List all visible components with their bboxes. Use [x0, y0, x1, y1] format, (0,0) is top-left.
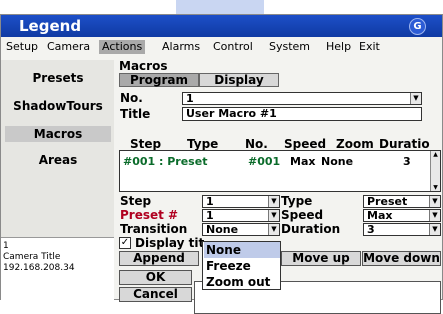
row-speed[interactable]: Max	[290, 155, 315, 168]
step-value: 1	[206, 195, 214, 208]
menu-alarms[interactable]: Alarms	[159, 40, 203, 54]
title-label: Title	[120, 107, 151, 121]
preset-select[interactable]: 1 ▼	[202, 209, 280, 222]
chevron-down-icon[interactable]: ▼	[429, 224, 440, 235]
chevron-down-icon[interactable]: ▼	[268, 224, 279, 235]
transition-option-freeze[interactable]: Freeze	[204, 258, 280, 274]
brand-logo-icon: G	[409, 18, 426, 35]
column-speed: Speed	[284, 137, 327, 151]
chevron-down-icon[interactable]: ▼	[410, 93, 421, 104]
step-select[interactable]: 1 ▼	[202, 195, 280, 208]
column-duration: Duratio	[379, 137, 430, 151]
move-up-button[interactable]: Move up	[281, 251, 361, 266]
chevron-down-icon[interactable]: ▼	[268, 210, 279, 221]
camera-ip: 192.168.208.34	[3, 263, 75, 273]
macro-steps-list[interactable]: #001 : Preset #001 Max None 3 ▲ ▼	[119, 150, 441, 192]
camera-number: 1	[3, 241, 9, 251]
menu-control[interactable]: Control	[210, 40, 256, 54]
camera-title: Camera Title	[3, 252, 61, 262]
transition-select[interactable]: None ▼	[202, 223, 280, 236]
type-select[interactable]: Preset ▼	[363, 195, 441, 208]
menu-camera[interactable]: Camera	[44, 40, 93, 54]
duration-value: 3	[367, 223, 375, 236]
macro-number-value: 1	[186, 92, 194, 105]
display-title-label: Display tit	[135, 236, 205, 250]
sidebar-item-areas[interactable]: Areas	[5, 152, 111, 168]
transition-option-none[interactable]: None	[204, 242, 280, 258]
menu-setup[interactable]: Setup	[3, 40, 41, 54]
camera-info-panel: 1 Camera Title 192.168.208.34	[1, 237, 114, 301]
scroll-down-icon[interactable]: ▼	[431, 184, 440, 191]
tab-program[interactable]: Program	[119, 73, 199, 87]
row-duration[interactable]: 3	[403, 155, 411, 168]
no-label: No.	[120, 91, 143, 105]
transition-dropdown-menu: None Freeze Zoom out	[202, 241, 281, 290]
speed-label: Speed	[281, 208, 324, 222]
type-value: Preset	[367, 195, 408, 208]
append-button[interactable]: Append	[119, 251, 199, 266]
transition-label: Transition	[120, 222, 188, 236]
speed-value: Max	[367, 209, 393, 222]
transition-value: None	[206, 223, 239, 236]
column-zoom: Zoom	[336, 137, 374, 151]
title-bar: Legend G	[1, 15, 442, 37]
section-title: Macros	[119, 59, 168, 73]
window-title: Legend	[19, 17, 82, 35]
display-title-checkbox[interactable]: ✓	[119, 237, 131, 249]
step-label: Step	[120, 194, 152, 208]
list-scrollbar[interactable]: ▲ ▼	[430, 151, 440, 191]
chevron-down-icon[interactable]: ▼	[268, 196, 279, 207]
sidebar-item-macros[interactable]: Macros	[5, 126, 111, 142]
duration-label: Duration	[281, 222, 341, 236]
chevron-down-icon[interactable]: ▼	[429, 196, 440, 207]
row-zoom[interactable]: None	[321, 155, 353, 168]
transition-option-zoom-out[interactable]: Zoom out	[204, 274, 280, 290]
menu-system[interactable]: System	[266, 40, 313, 54]
menu-bar: Setup Camera Actions Alarms Control Syst…	[1, 39, 442, 56]
chevron-down-icon[interactable]: ▼	[429, 210, 440, 221]
macro-number-select[interactable]: 1 ▼	[182, 92, 422, 105]
macro-title-field[interactable]: User Macro #1	[182, 107, 422, 121]
sidebar-item-presets[interactable]: Presets	[5, 70, 111, 86]
move-down-button[interactable]: Move down	[362, 251, 441, 266]
speed-select[interactable]: Max ▼	[363, 209, 441, 222]
duration-select[interactable]: 3 ▼	[363, 223, 441, 236]
type-label: Type	[281, 194, 313, 208]
preset-label: Preset #	[120, 208, 179, 222]
legend-window: Legend G Setup Camera Actions Alarms Con…	[0, 14, 443, 314]
preset-value: 1	[206, 209, 214, 222]
menu-actions[interactable]: Actions	[99, 40, 146, 54]
row-no[interactable]: #001	[248, 155, 280, 168]
top-strip	[176, 0, 264, 14]
sidebar-item-shadowtours[interactable]: ShadowTours	[5, 98, 111, 114]
column-type: Type	[187, 137, 219, 151]
column-step: Step	[130, 137, 162, 151]
tab-display[interactable]: Display	[199, 73, 279, 87]
column-no: No.	[245, 137, 268, 151]
scroll-up-icon[interactable]: ▲	[431, 151, 440, 158]
row-step[interactable]: #001 : Preset	[123, 155, 207, 168]
ok-button[interactable]: OK	[119, 270, 192, 285]
menu-help[interactable]: Help	[323, 40, 354, 54]
menu-exit[interactable]: Exit	[356, 40, 383, 54]
